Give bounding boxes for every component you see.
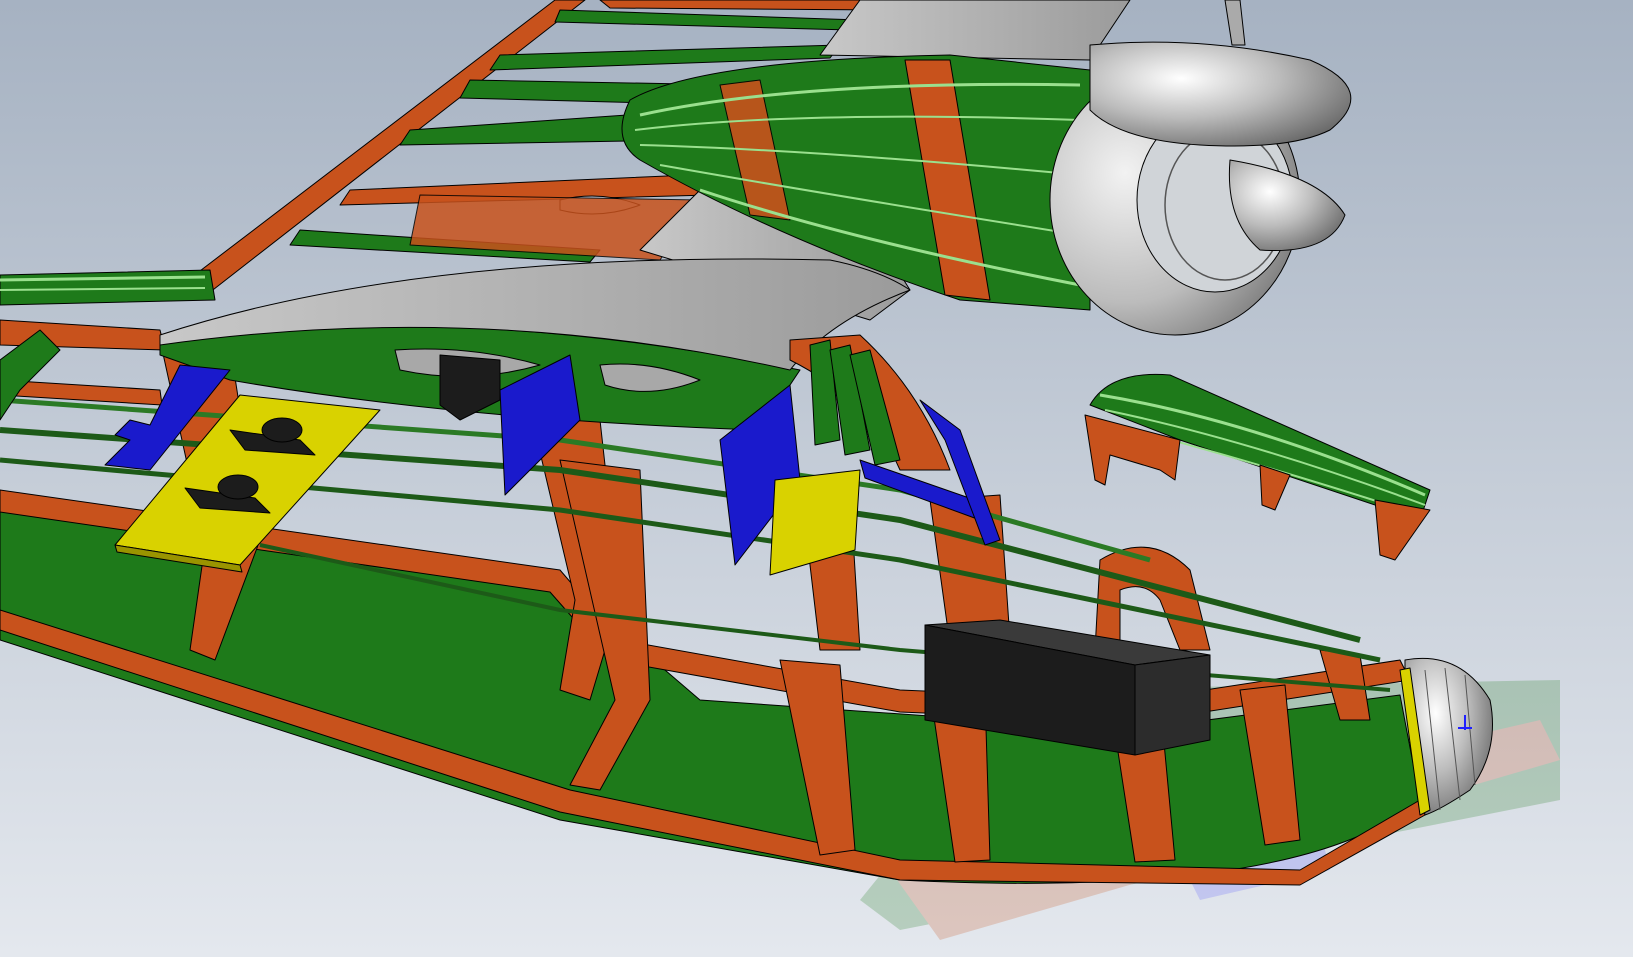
wing-outboard-skin [819, 0, 1131, 61]
cad-3d-viewport[interactable] [0, 0, 1633, 957]
cad-model-scene [0, 0, 1633, 957]
